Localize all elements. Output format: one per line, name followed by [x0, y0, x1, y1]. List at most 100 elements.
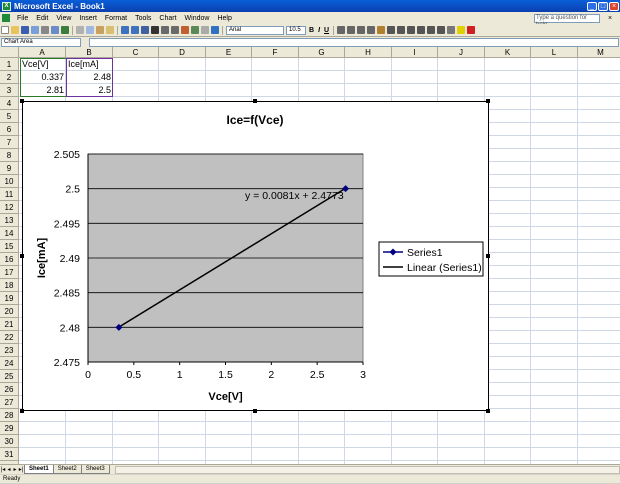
formula-input[interactable] — [89, 37, 619, 47]
column-header-i[interactable]: I — [392, 47, 438, 58]
undo-icon[interactable] — [121, 26, 129, 34]
row-header-4[interactable]: 4 — [0, 97, 19, 110]
menu-help[interactable]: Help — [213, 15, 235, 22]
cut-icon[interactable] — [76, 26, 84, 34]
resize-handle[interactable] — [253, 409, 257, 413]
column-header-c[interactable]: C — [113, 47, 159, 58]
comma-style-icon[interactable] — [397, 26, 406, 34]
name-box[interactable]: Chart Area — [1, 37, 81, 47]
worksheet-grid[interactable]: ABCDEFGHIJKLM 1 2 3 4 5 6 7 8 9 10 11 12 13 14 15 16 17 1… — [0, 47, 620, 464]
font-size-select[interactable]: 10.5 — [286, 25, 306, 35]
fill-color-icon[interactable] — [457, 26, 466, 34]
help-search-input[interactable]: Type a question for help — [534, 13, 600, 28]
row-header-30[interactable]: 30 — [0, 435, 19, 448]
row-header-10[interactable]: 10 — [0, 175, 19, 188]
row-header-19[interactable]: 19 — [0, 292, 19, 305]
row-header-15[interactable]: 15 — [0, 240, 19, 253]
resize-handle[interactable] — [20, 409, 24, 413]
row-header-13[interactable]: 13 — [0, 214, 19, 227]
zoom-icon[interactable] — [201, 26, 209, 34]
hyperlink-icon[interactable] — [141, 26, 149, 34]
menu-file[interactable]: File — [13, 15, 32, 22]
paste-icon[interactable] — [96, 26, 104, 34]
column-header-k[interactable]: K — [485, 47, 531, 58]
maximize-button[interactable]: □ — [598, 1, 608, 11]
merge-center-icon[interactable] — [367, 26, 376, 34]
row-header-31[interactable]: 31 — [0, 448, 19, 461]
cell-b3[interactable]: 2.5 — [66, 84, 113, 97]
minimize-button[interactable]: _ — [587, 1, 597, 11]
font-name-select[interactable]: Arial — [226, 25, 284, 35]
row-header-28[interactable]: 28 — [0, 409, 19, 422]
autosum-icon[interactable] — [151, 26, 159, 34]
chart-area[interactable]: Ice=f(Vce) 2.475 2.48 2.485 2.49 2.495 2.5 2.50… — [22, 101, 489, 411]
column-header-g[interactable]: G — [299, 47, 345, 58]
menu-insert[interactable]: Insert — [75, 15, 101, 22]
print-icon[interactable] — [41, 26, 49, 34]
decrease-indent-icon[interactable] — [427, 26, 436, 34]
menu-edit[interactable]: Edit — [32, 15, 52, 22]
column-header-l[interactable]: L — [531, 47, 578, 58]
open-icon[interactable] — [11, 26, 19, 34]
drawing-icon[interactable] — [191, 26, 199, 34]
copy-icon[interactable] — [86, 26, 94, 34]
cell-a1[interactable]: Vce[V] — [20, 58, 66, 71]
column-header-m[interactable]: M — [578, 47, 620, 58]
font-color-icon[interactable] — [467, 26, 476, 34]
resize-handle[interactable] — [253, 99, 257, 103]
percent-icon[interactable] — [387, 26, 396, 34]
sort-ascending-icon[interactable] — [161, 26, 169, 34]
row-header-20[interactable]: 20 — [0, 305, 19, 318]
increase-indent-icon[interactable] — [437, 26, 446, 34]
sheet-tab-3[interactable]: Sheet3 — [80, 465, 110, 474]
help-icon[interactable] — [211, 26, 219, 34]
resize-handle[interactable] — [20, 99, 24, 103]
row-header-24[interactable]: 24 — [0, 357, 19, 370]
row-header-8[interactable]: 8 — [0, 149, 19, 162]
row-header-6[interactable]: 6 — [0, 123, 19, 136]
menu-tools[interactable]: Tools — [131, 15, 155, 22]
new-icon[interactable] — [1, 26, 9, 34]
row-header-25[interactable]: 25 — [0, 370, 19, 383]
redo-icon[interactable] — [131, 26, 139, 34]
format-painter-icon[interactable] — [106, 26, 114, 34]
italic-button[interactable]: I — [318, 27, 320, 34]
row-header-27[interactable]: 27 — [0, 396, 19, 409]
scatter-chart[interactable]: Ice=f(Vce)2.4752.482.4852.492.4952.52.50… — [23, 102, 488, 410]
column-header-a[interactable]: A — [19, 47, 66, 58]
column-header-f[interactable]: F — [252, 47, 299, 58]
close-button[interactable]: × — [609, 1, 619, 11]
align-center-icon[interactable] — [347, 26, 356, 34]
row-header-5[interactable]: 5 — [0, 110, 19, 123]
excel-app-icon[interactable]: X — [2, 1, 11, 11]
column-header-b[interactable]: B — [66, 47, 113, 58]
row-header-18[interactable]: 18 — [0, 279, 19, 292]
row-header-26[interactable]: 26 — [0, 383, 19, 396]
bold-button[interactable]: B — [309, 27, 314, 34]
row-header-12[interactable]: 12 — [0, 201, 19, 214]
align-right-icon[interactable] — [357, 26, 366, 34]
decrease-decimal-icon[interactable] — [417, 26, 426, 34]
row-header-22[interactable]: 22 — [0, 331, 19, 344]
cell-a2[interactable]: 0.337 — [20, 71, 66, 84]
horizontal-scrollbar[interactable] — [114, 465, 620, 474]
resize-handle[interactable] — [486, 254, 490, 258]
underline-button[interactable]: U — [324, 27, 329, 34]
row-header-23[interactable]: 23 — [0, 344, 19, 357]
workbook-icon[interactable] — [2, 14, 10, 22]
row-header-29[interactable]: 29 — [0, 422, 19, 435]
row-header-3[interactable]: 3 — [0, 84, 19, 97]
menu-view[interactable]: View — [52, 15, 75, 22]
row-header-1[interactable]: 1 — [0, 58, 19, 71]
resize-handle[interactable] — [486, 409, 490, 413]
save-icon[interactable] — [21, 26, 29, 34]
select-all-corner[interactable] — [0, 47, 19, 58]
sheet-tab-2[interactable]: Sheet2 — [52, 465, 82, 474]
sheet-tab-1[interactable]: Sheet1 — [24, 465, 54, 474]
chart-wizard-icon[interactable] — [181, 26, 189, 34]
currency-icon[interactable] — [377, 26, 386, 34]
menu-window[interactable]: Window — [181, 15, 214, 22]
print-preview-icon[interactable] — [51, 26, 59, 34]
row-header-16[interactable]: 16 — [0, 253, 19, 266]
menu-chart[interactable]: Chart — [155, 15, 180, 22]
